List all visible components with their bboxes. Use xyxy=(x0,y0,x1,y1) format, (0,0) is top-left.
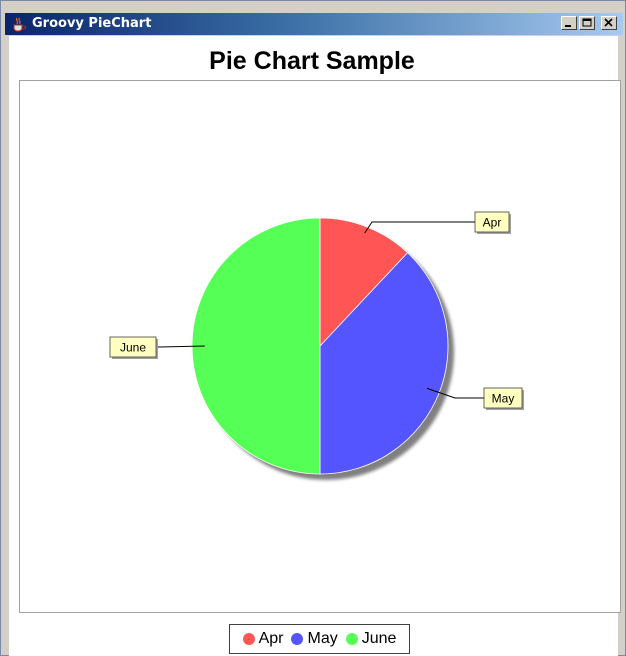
pie-label-apr: Apr xyxy=(483,216,502,230)
label-leader-apr xyxy=(364,221,475,234)
pie-label-may: May xyxy=(492,392,515,406)
pie-chart: Apr May June xyxy=(109,211,524,480)
pie-label-june: June xyxy=(120,341,146,355)
legend-label-may: May xyxy=(307,630,338,647)
legend: Apr May June xyxy=(229,624,410,654)
legend-item-apr: Apr xyxy=(242,630,284,648)
legend-swatch-apr xyxy=(242,633,255,645)
legend-swatch-may xyxy=(291,633,304,645)
legend-label-june: June xyxy=(361,630,397,647)
legend-label-apr: Apr xyxy=(258,630,284,647)
legend-swatch-june xyxy=(345,633,358,645)
pie-slice-june[interactable] xyxy=(191,217,321,475)
legend-item-june: June xyxy=(345,630,397,648)
legend-item-may: May xyxy=(291,630,338,648)
